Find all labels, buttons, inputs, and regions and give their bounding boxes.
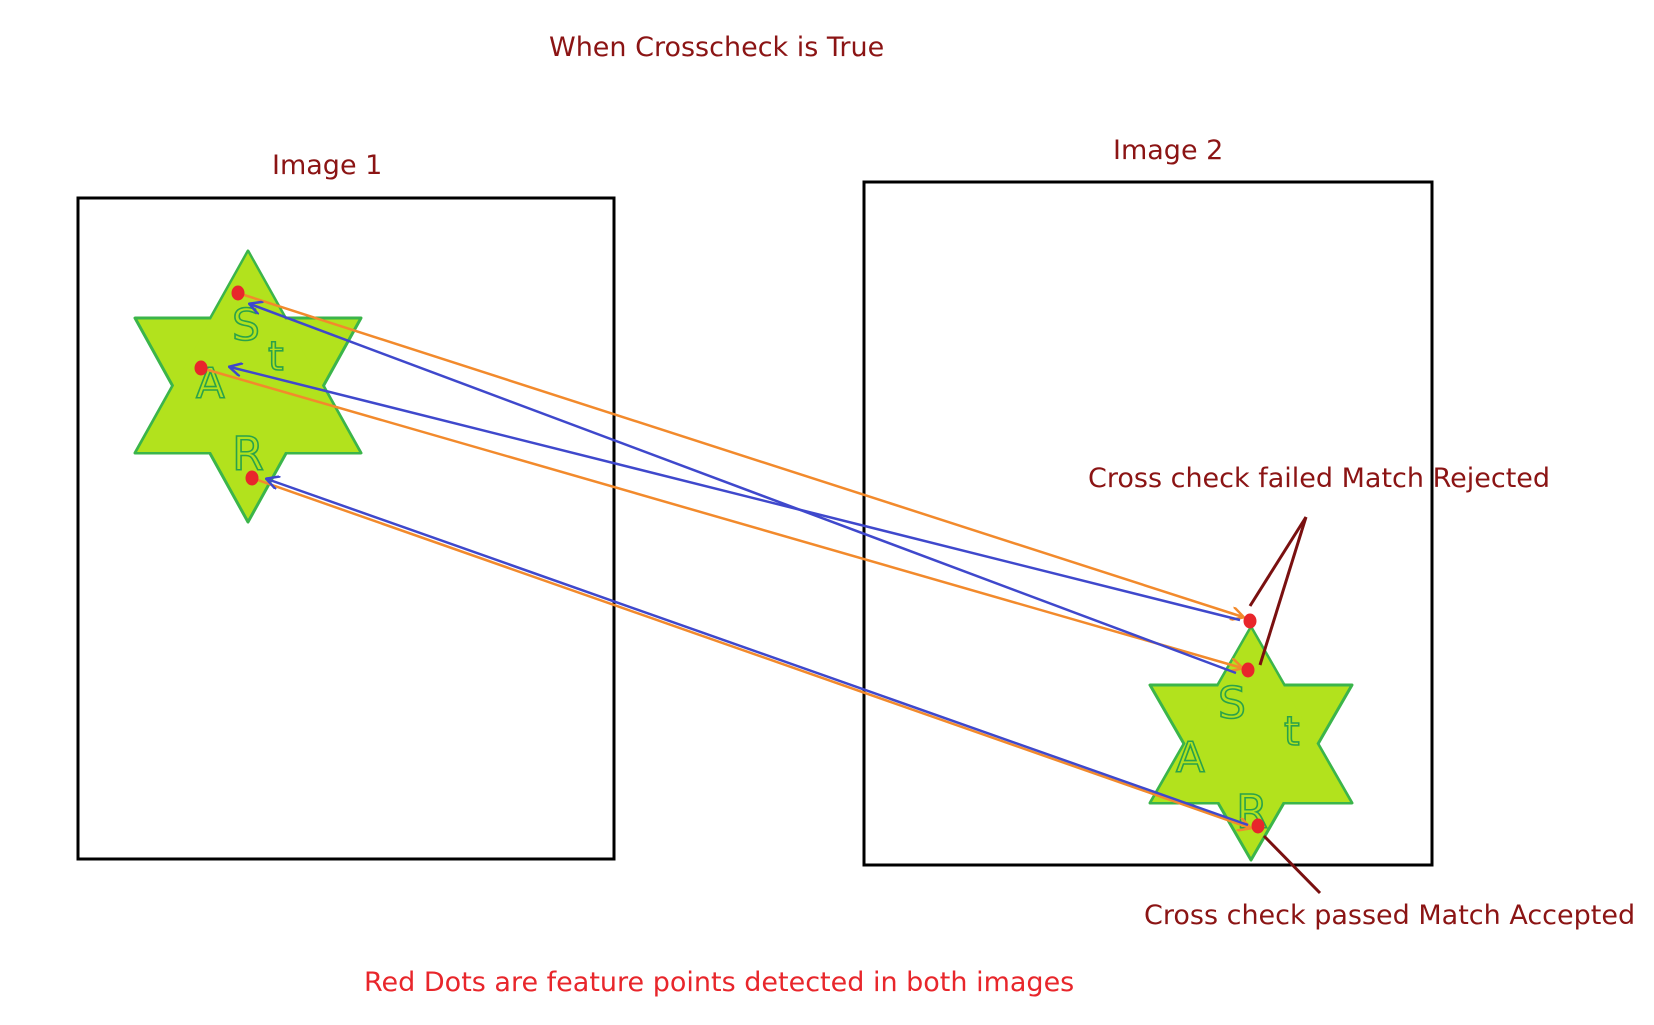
feature-point (1251, 818, 1265, 834)
star-letter: R (1236, 785, 1268, 839)
star-letter: A (1176, 733, 1205, 782)
crosscheck-diagram: S t A R S t A R (76, 180, 1434, 895)
image1-frame (76, 196, 616, 861)
forward-match-arrow (200, 366, 1242, 668)
forward-match-arrow (251, 476, 1250, 828)
feature-point (1243, 613, 1257, 629)
backward-match-arrow (250, 304, 1237, 675)
feature-point (1241, 662, 1255, 678)
feature-point (231, 285, 245, 301)
star-letter: S (232, 300, 260, 351)
star-shape-image2: S t A R (1148, 625, 1354, 862)
backward-match-arrow (267, 479, 1249, 827)
rejected-pointer-line (1248, 516, 1308, 607)
feature-point (194, 360, 208, 376)
star-letter: t (1284, 709, 1300, 755)
backward-match-arrow (230, 367, 1241, 622)
star-letter: S (1218, 678, 1246, 729)
forward-match-arrow (237, 291, 1243, 617)
feature-point (245, 470, 259, 486)
rejected-pointer-line (1258, 516, 1308, 666)
star-letter: t (268, 334, 284, 380)
